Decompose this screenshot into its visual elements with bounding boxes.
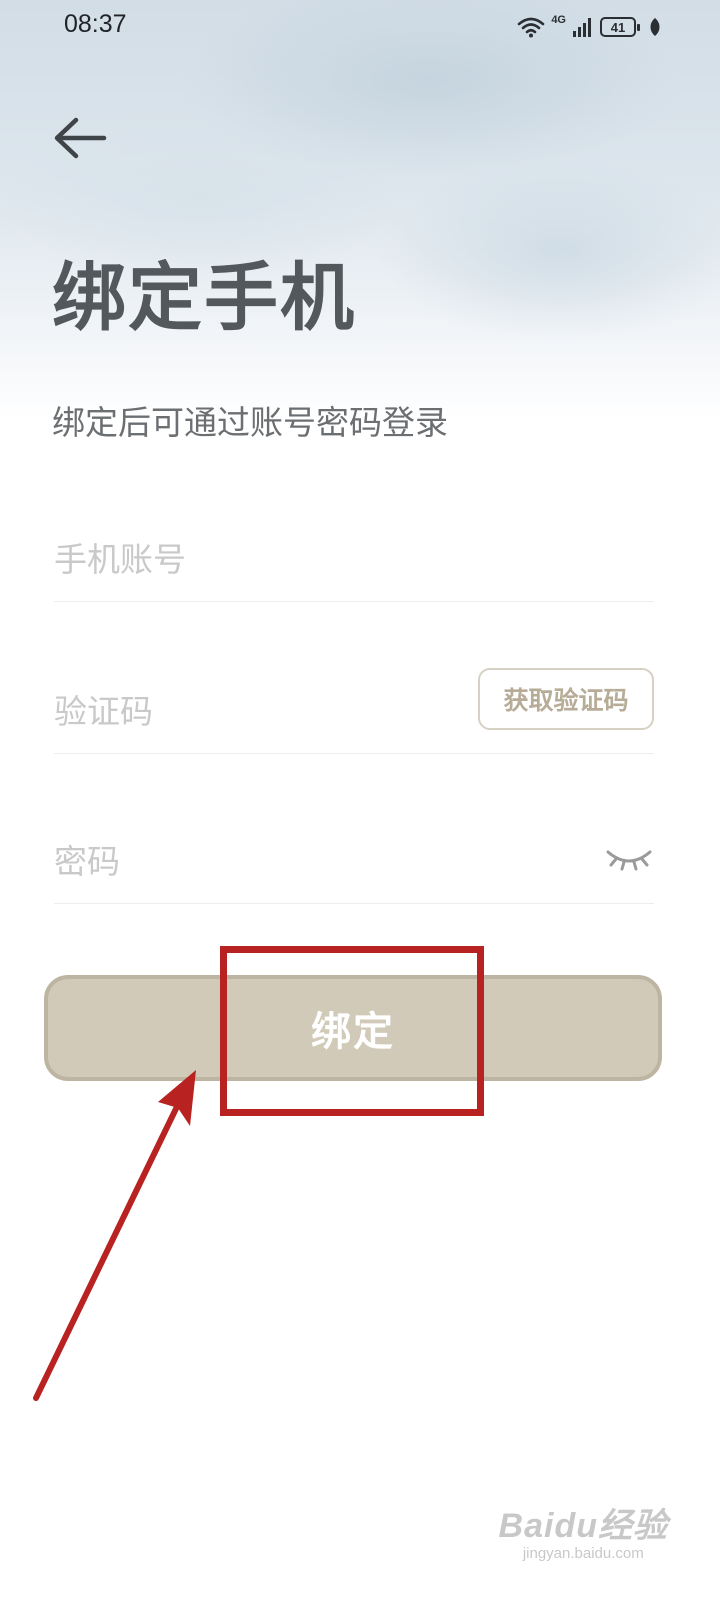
header-background <box>0 0 720 420</box>
password-input[interactable] <box>54 836 454 886</box>
eye-closed-icon[interactable] <box>606 844 652 874</box>
watermark-url: jingyan.baidu.com <box>522 1545 644 1562</box>
phone-input[interactable] <box>54 534 454 584</box>
phone-field <box>54 512 654 602</box>
page-subtitle: 绑定后可通过账号密码登录 <box>52 403 448 442</box>
page-title: 绑定手机 <box>52 255 356 341</box>
status-bar: 08:37 4G 41 <box>0 0 720 52</box>
leaf-icon <box>650 18 660 36</box>
get-code-button[interactable]: 获取验证码 <box>478 668 654 730</box>
code-field: 获取验证码 <box>54 664 654 754</box>
network-type: 4G <box>551 14 566 26</box>
wifi-icon <box>518 17 545 38</box>
code-input[interactable] <box>54 686 454 736</box>
battery-icon: 41 <box>600 17 640 37</box>
password-field <box>54 814 654 904</box>
back-button[interactable] <box>50 110 110 170</box>
arrow-left-icon <box>54 117 107 159</box>
status-time: 08:37 <box>64 10 127 38</box>
annotation-arrow <box>33 1070 196 1401</box>
status-icons: 4G 41 <box>517 12 662 42</box>
signal-icon <box>573 18 591 37</box>
baidu-watermark: Baidu经验 jingyan.baidu.com <box>499 1498 668 1562</box>
watermark-logo: Baidu经验 <box>498 1507 668 1545</box>
battery-level: 41 <box>610 19 626 35</box>
